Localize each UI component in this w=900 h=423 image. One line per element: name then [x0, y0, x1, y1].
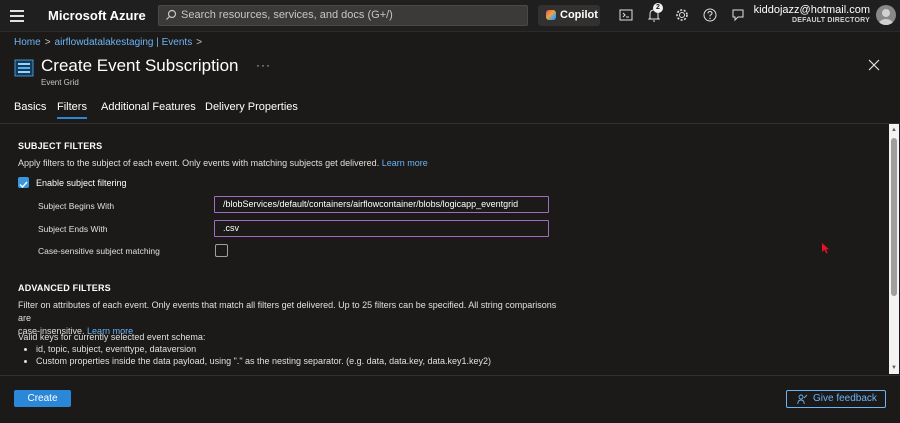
help-icon[interactable]	[702, 7, 718, 23]
more-options-icon[interactable]: ···	[256, 58, 271, 72]
search-placeholder: Search resources, services, and docs (G+…	[181, 9, 393, 21]
subject-ends-with-input[interactable]: .csv	[214, 220, 549, 237]
event-grid-icon	[14, 59, 34, 77]
copilot-icon	[546, 10, 556, 20]
notification-count-badge: 2	[653, 3, 663, 13]
subject-begins-with-label: Subject Begins With	[38, 201, 115, 211]
account-directory: DEFAULT DIRECTORY	[792, 17, 870, 24]
tab-filters[interactable]: Filters	[57, 101, 87, 119]
tab-basics[interactable]: Basics	[14, 101, 46, 113]
advanced-filters-text-line1: Filter on attributes of each event. Only…	[18, 300, 557, 323]
chevron-right-icon: >	[44, 37, 51, 48]
account-email: kiddojazz@hotmail.com	[753, 4, 870, 16]
give-feedback-label: Give feedback	[813, 393, 877, 404]
feedback-icon[interactable]	[730, 7, 746, 23]
breadcrumb-home[interactable]: Home	[14, 37, 41, 48]
subject-filters-learn-more-link[interactable]: Learn more	[382, 158, 428, 168]
list-item: id, topic, subject, eventtype, dataversi…	[36, 343, 491, 355]
tab-delivery-properties[interactable]: Delivery Properties	[205, 101, 298, 113]
copilot-label: Copilot	[560, 9, 598, 21]
tab-additional-features[interactable]: Additional Features	[101, 101, 196, 113]
case-sensitive-checkbox[interactable]	[215, 244, 228, 257]
page-subtitle: Event Grid	[41, 78, 79, 87]
enable-subject-filtering-checkbox[interactable]	[18, 177, 29, 189]
subject-begins-with-value: /blobServices/default/containers/airflow…	[223, 199, 519, 209]
checkmark-icon	[19, 181, 28, 189]
scroll-down-arrow-icon[interactable]: ▼	[891, 365, 897, 371]
feedback-person-icon	[797, 394, 808, 405]
user-avatar-icon	[879, 9, 893, 25]
account-info[interactable]: kiddojazz@hotmail.com DEFAULT DIRECTORY	[754, 4, 870, 24]
case-sensitive-label: Case-sensitive subject matching	[38, 246, 160, 256]
close-icon[interactable]	[868, 59, 880, 71]
avatar[interactable]	[876, 5, 896, 25]
subject-filters-description: Apply filters to the subject of each eve…	[18, 157, 428, 170]
valid-keys-list: id, topic, subject, eventtype, dataversi…	[24, 343, 491, 367]
terminal-icon[interactable]	[618, 7, 634, 23]
breadcrumb-events[interactable]: airflowdatalakestaging | Events	[55, 37, 193, 48]
subject-ends-with-label: Subject Ends With	[38, 224, 108, 234]
give-feedback-button[interactable]: Give feedback	[786, 390, 886, 408]
subject-ends-with-value: .csv	[223, 223, 240, 233]
search-icon	[166, 9, 177, 20]
subject-begins-with-input[interactable]: /blobServices/default/containers/airflow…	[214, 196, 549, 213]
page-title: Create Event Subscription	[41, 56, 239, 75]
scrollbar-thumb[interactable]	[891, 138, 897, 296]
copilot-button[interactable]: Copilot	[538, 5, 600, 26]
scroll-up-arrow-icon[interactable]: ▲	[891, 127, 897, 133]
top-navigation-bar: Microsoft Azure Search resources, servic…	[0, 0, 900, 32]
gear-icon[interactable]	[674, 7, 690, 23]
breadcrumb: Home > airflowdatalakestaging | Events >	[14, 37, 206, 48]
footer-bar	[0, 375, 900, 423]
mouse-cursor-icon	[822, 243, 829, 254]
hamburger-menu-icon[interactable]	[10, 8, 24, 22]
global-search-input[interactable]: Search resources, services, and docs (G+…	[158, 5, 528, 26]
create-button[interactable]: Create	[14, 390, 71, 407]
list-item: Custom properties inside the data payloa…	[36, 355, 491, 367]
brand-name[interactable]: Microsoft Azure	[48, 8, 146, 23]
subject-filters-heading: SUBJECT FILTERS	[18, 141, 103, 151]
chevron-right-icon: >	[196, 37, 203, 48]
advanced-filters-heading: ADVANCED FILTERS	[18, 283, 111, 293]
enable-subject-filtering-label: Enable subject filtering	[36, 178, 127, 188]
subject-filters-text: Apply filters to the subject of each eve…	[18, 158, 380, 168]
